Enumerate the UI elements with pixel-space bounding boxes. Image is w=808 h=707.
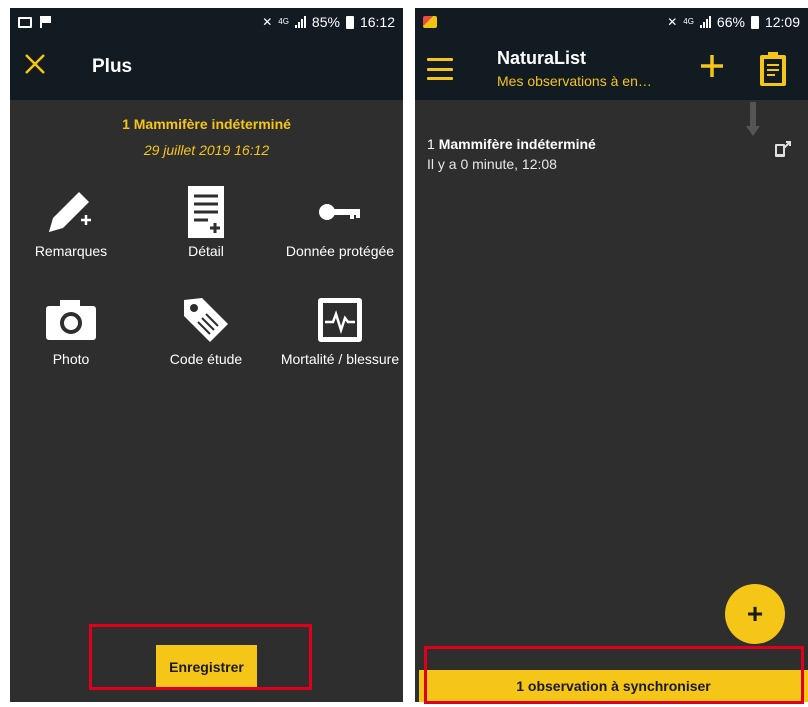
detail-button[interactable]: Détail xyxy=(141,184,271,260)
gallery-notification-icon xyxy=(18,16,32,28)
menu-icon-bar xyxy=(427,67,453,71)
mortality-injury-label: Mortalité / blessure xyxy=(280,351,400,367)
menu-icon-bar xyxy=(427,58,453,61)
observation-date: 29 juillet 2019 16:12 xyxy=(143,142,270,158)
status-bar: ✕ 4G 66% 12:09 xyxy=(415,8,808,36)
app-subtitle[interactable]: Mes observations à en… xyxy=(497,73,652,89)
network-type: 4G xyxy=(278,17,289,26)
study-code-label: Code étude xyxy=(169,351,243,367)
battery-level: 66% xyxy=(716,14,745,30)
photo-label: Photo xyxy=(52,351,90,367)
observation-name: 1 Mammifère indéterminé xyxy=(427,136,796,152)
detail-label: Détail xyxy=(188,243,224,259)
floating-add-button[interactable]: + xyxy=(725,584,785,644)
menu-button[interactable] xyxy=(427,58,453,80)
observation-title: 1 Mammifère indéterminé xyxy=(122,116,291,132)
mute-icon: ✕ xyxy=(262,15,273,29)
page-title: Plus xyxy=(92,56,133,77)
pencil-add-icon xyxy=(49,192,91,232)
photo-button[interactable]: Photo xyxy=(10,292,136,368)
network-type: 4G xyxy=(683,17,694,26)
observation-time: Il y a 0 minute, 12:08 xyxy=(427,156,557,172)
close-icon xyxy=(25,54,45,74)
signal-icon xyxy=(294,16,306,28)
screen-plus: ✕ 4G 85% 16:12 Plus 1 Mammifère indéterm… xyxy=(10,8,403,702)
battery-icon xyxy=(750,15,759,29)
protected-data-button[interactable]: Donnée protégée xyxy=(275,184,403,260)
mortality-injury-button[interactable]: Mortalité / blessure xyxy=(275,292,403,368)
screen-observations: ✕ 4G 66% 12:09 NaturaList Mes observatio… xyxy=(415,8,808,702)
pull-to-refresh-icon xyxy=(746,102,760,136)
observation-count: 1 xyxy=(427,136,435,152)
study-code-button[interactable]: Code étude xyxy=(141,292,271,368)
clock: 12:09 xyxy=(764,14,800,30)
observation-species: Mammifère indéterminé xyxy=(438,136,596,152)
protected-data-label: Donnée protégée xyxy=(285,243,395,259)
camera-icon xyxy=(46,300,96,340)
plus-icon xyxy=(701,55,723,77)
app-bar: NaturaList Mes observations à en… xyxy=(415,36,808,100)
clock: 16:12 xyxy=(359,14,395,30)
remarks-label: Remarques xyxy=(34,243,108,259)
app-notification-icon xyxy=(423,16,437,28)
remarks-button[interactable]: Remarques xyxy=(10,184,136,260)
mute-icon: ✕ xyxy=(667,15,678,29)
pending-sync-icon xyxy=(775,141,791,157)
list-item[interactable]: 1 Mammifère indéterminé Il y a 0 minute,… xyxy=(427,136,796,180)
heartbeat-monitor-icon xyxy=(318,298,362,342)
battery-icon xyxy=(345,15,354,29)
battery-level: 85% xyxy=(311,14,340,30)
clipboard-icon xyxy=(760,52,786,86)
clipboard-button[interactable] xyxy=(758,50,788,88)
app-bar: Plus xyxy=(10,36,403,100)
app-title: NaturaList xyxy=(497,48,587,68)
document-add-icon xyxy=(188,186,224,238)
save-highlight-box xyxy=(89,624,312,690)
sync-highlight-box xyxy=(424,646,804,704)
key-icon xyxy=(319,204,360,220)
add-observation-button[interactable] xyxy=(699,48,727,84)
tag-icon xyxy=(184,298,228,342)
flag-notification-icon xyxy=(40,16,52,28)
close-button[interactable] xyxy=(24,52,52,80)
status-bar: ✕ 4G 85% 16:12 xyxy=(10,8,403,36)
signal-icon xyxy=(699,16,711,28)
menu-icon-bar xyxy=(427,77,453,80)
